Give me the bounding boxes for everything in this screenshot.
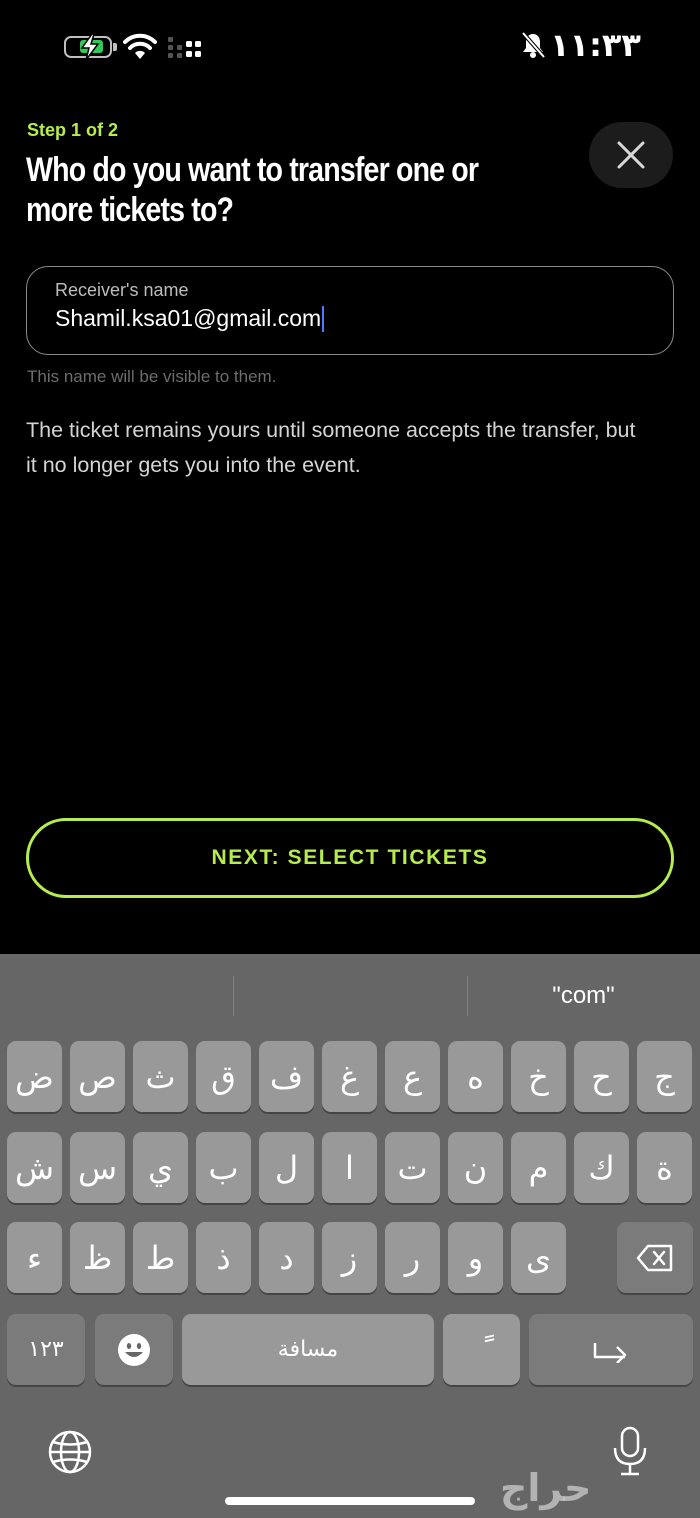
letter-key-label: د xyxy=(279,1238,294,1277)
letter-key-label: ش xyxy=(14,1148,55,1187)
letter-key[interactable]: ء xyxy=(7,1222,62,1293)
diacritic-key[interactable]: ًَ xyxy=(443,1314,520,1385)
letter-key-label: ء xyxy=(26,1238,43,1277)
helper-text: This name will be visible to them. xyxy=(27,367,277,386)
delete-key[interactable] xyxy=(617,1222,693,1293)
return-icon xyxy=(593,1342,627,1363)
step-indicator: Step 1 of 2 xyxy=(27,120,119,140)
letter-key[interactable]: ة xyxy=(637,1132,692,1203)
letter-key[interactable]: ك xyxy=(574,1132,629,1203)
home-indicator[interactable] xyxy=(225,1497,475,1505)
letter-key-label: ط xyxy=(145,1238,176,1277)
letter-key-label: ة xyxy=(656,1148,673,1187)
suggestion-bar: "com" xyxy=(0,954,700,1036)
letter-key[interactable]: ل xyxy=(259,1132,314,1203)
letter-key-label: و xyxy=(467,1238,484,1277)
letter-key-label: م xyxy=(528,1148,549,1187)
haraj-watermark: حراج xyxy=(500,1466,592,1510)
signal-icon xyxy=(168,37,201,58)
letter-key-label: ظ xyxy=(82,1238,113,1277)
receiver-name-value: Shamil.ksa01@gmail.com xyxy=(55,305,322,331)
return-key[interactable] xyxy=(529,1314,693,1385)
receiver-name-label: Receiver's name xyxy=(55,280,189,300)
close-icon xyxy=(617,141,645,169)
letter-key[interactable]: س xyxy=(70,1132,125,1203)
letter-key[interactable]: ى xyxy=(511,1222,566,1293)
letter-key-label: ص xyxy=(78,1057,117,1096)
letter-key[interactable]: خ xyxy=(511,1041,566,1112)
letter-key-label: ج xyxy=(654,1057,675,1096)
letter-key[interactable]: ث xyxy=(133,1041,188,1112)
letter-key-label: ح xyxy=(591,1057,612,1096)
next-select-tickets-button[interactable]: NEXT: SELECT TICKETS xyxy=(26,818,674,898)
letter-key[interactable]: ط xyxy=(133,1222,188,1293)
letter-key[interactable]: ر xyxy=(385,1222,440,1293)
text-caret xyxy=(322,305,325,332)
letter-key-label: س xyxy=(77,1148,118,1187)
letter-key-label: ي xyxy=(147,1148,174,1187)
letter-key-label: ع xyxy=(402,1057,423,1096)
status-bar: ١١:٣٣ xyxy=(0,0,700,95)
suggestion-word[interactable]: "com" xyxy=(467,982,700,1010)
letter-key-label: ز xyxy=(341,1238,358,1277)
letter-key-label: ذ xyxy=(216,1238,231,1277)
letter-key-label: ب xyxy=(208,1148,239,1187)
close-button[interactable] xyxy=(589,122,673,188)
letter-key-label: ك xyxy=(588,1148,615,1187)
screen: ١١:٣٣ Step 1 of 2 Who do you want to tra… xyxy=(0,0,700,1518)
letter-key[interactable]: ز xyxy=(322,1222,377,1293)
letter-key[interactable]: غ xyxy=(322,1041,377,1112)
letter-key-label: ل xyxy=(274,1148,299,1187)
numbers-key[interactable]: ١٢٣ xyxy=(7,1314,85,1385)
letter-key-label: ى xyxy=(525,1238,552,1277)
info-text: The ticket remains yours until someone a… xyxy=(26,418,636,477)
letter-key-label: ر xyxy=(404,1238,421,1277)
battery-charging-icon xyxy=(64,34,117,60)
emoji-key[interactable] xyxy=(95,1314,173,1385)
emoji-icon xyxy=(118,1333,150,1366)
letter-key[interactable]: ا xyxy=(322,1132,377,1203)
letter-key-label: خ xyxy=(528,1057,549,1096)
wifi-icon xyxy=(123,33,157,59)
letter-key-label: ن xyxy=(463,1148,488,1187)
letter-key[interactable]: ف xyxy=(259,1041,314,1112)
microphone-icon[interactable] xyxy=(612,1426,648,1478)
letter-key[interactable]: ع xyxy=(385,1041,440,1112)
letter-key[interactable]: ت xyxy=(385,1132,440,1203)
letter-key[interactable]: ض xyxy=(7,1041,62,1112)
letter-key[interactable]: ب xyxy=(196,1132,251,1203)
letter-key[interactable]: ش xyxy=(7,1132,62,1203)
letter-key[interactable]: ظ xyxy=(70,1222,125,1293)
letter-key-label: ث xyxy=(145,1057,176,1096)
letter-key[interactable]: م xyxy=(511,1132,566,1203)
letter-key[interactable]: ه xyxy=(448,1041,503,1112)
letter-key[interactable]: و xyxy=(448,1222,503,1293)
space-key-label: مسافة xyxy=(277,1337,339,1362)
letter-key[interactable]: د xyxy=(259,1222,314,1293)
letter-key[interactable]: ص xyxy=(70,1041,125,1112)
page-title: Who do you want to transfer one or more … xyxy=(26,151,479,229)
keyboard: "com" ضصثقفغ ع ه خ ح ج شسيبل ا تن مك ة ءظط ذ د ز ر و ى ١٢… xyxy=(0,954,700,1518)
letter-key-label: ف xyxy=(269,1057,304,1096)
delete-icon xyxy=(636,1244,673,1271)
space-key[interactable]: مسافة xyxy=(182,1314,434,1385)
letter-key[interactable]: ن xyxy=(448,1132,503,1203)
letter-key-label: ت xyxy=(397,1148,428,1187)
letter-key[interactable]: ذ xyxy=(196,1222,251,1293)
receiver-name-input[interactable]: Shamil.ksa01@gmail.com xyxy=(55,305,325,332)
letter-key[interactable]: ق xyxy=(196,1041,251,1112)
letter-key-label: ق xyxy=(211,1057,236,1096)
letter-key-label: ا xyxy=(345,1148,354,1187)
bell-off-icon xyxy=(521,31,546,59)
numbers-key-label: ١٢٣ xyxy=(28,1337,64,1362)
letter-key[interactable]: ي xyxy=(133,1132,188,1203)
receiver-name-field[interactable]: Receiver's name Shamil.ksa01@gmail.com xyxy=(26,266,674,355)
letter-key-label: غ xyxy=(339,1057,360,1096)
letter-key-label: ض xyxy=(15,1057,54,1096)
globe-icon[interactable] xyxy=(47,1429,93,1475)
letter-key[interactable]: ح xyxy=(574,1041,629,1112)
letter-key-label: ه xyxy=(467,1057,484,1096)
letter-key[interactable]: ج xyxy=(637,1041,692,1112)
status-time: ١١:٣٣ xyxy=(550,26,641,64)
